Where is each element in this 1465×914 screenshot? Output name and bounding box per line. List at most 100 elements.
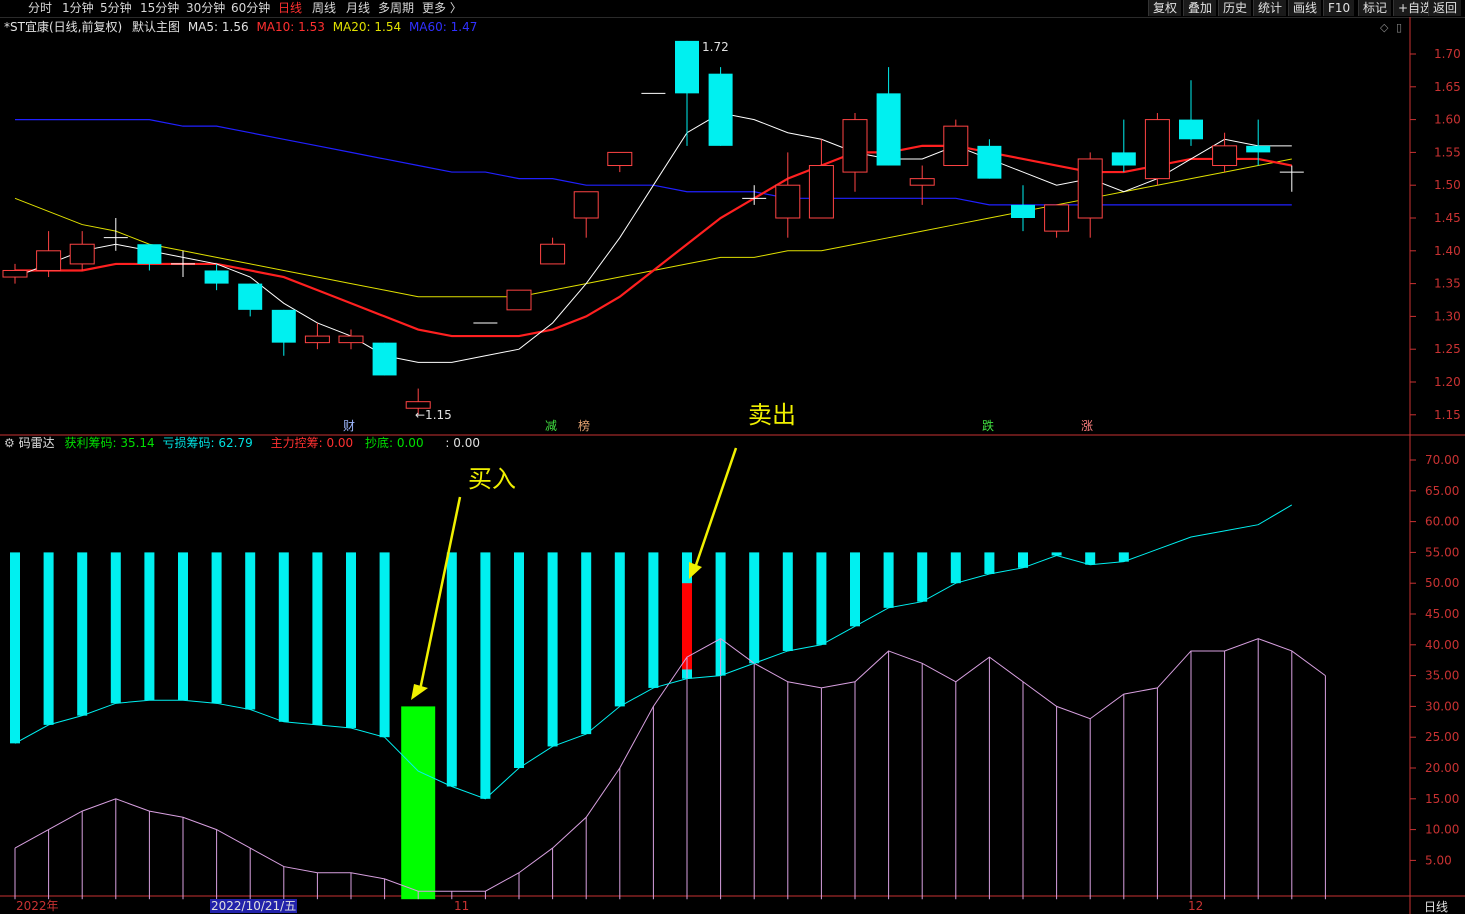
ma5-line [14, 112, 1292, 363]
profit-chip-bar [446, 552, 457, 787]
profit-chip-bar [514, 552, 524, 768]
profit-chip-bar [950, 552, 961, 584]
candle-body-up [36, 250, 62, 271]
profit-chip-bar [312, 552, 323, 725]
sell-annotation: 卖出 [748, 401, 796, 429]
profit-chip-bar [1085, 552, 1096, 565]
candle-body-up [2, 269, 28, 278]
candle-body-down [977, 145, 1002, 179]
date-dec: 12 [1188, 899, 1204, 913]
profit-chip-bar [850, 552, 860, 627]
candle-body-down [876, 93, 901, 166]
marker-fall[interactable]: 跌 [982, 418, 994, 433]
candle-body-up [909, 178, 935, 186]
layout-icon[interactable]: ▯ [1396, 21, 1402, 34]
date-cursor: 2022/10/21/五 [210, 899, 298, 913]
profit-chip-bar [614, 552, 625, 707]
profit-chip-bar [984, 552, 995, 574]
candle-body-down [708, 73, 733, 146]
profit-chip-bar [178, 552, 188, 701]
candle-body-up [842, 119, 868, 173]
candle-body-down [137, 244, 162, 264]
candle-body-up [69, 243, 95, 265]
chart-canvas[interactable]: 1.15 1.20 1.25 1.30 1.35 1.40 1.45 1.50 1.55 1.60… [0, 0, 1465, 914]
sell-arrow [693, 447, 738, 569]
candle-body-down [1011, 204, 1035, 218]
percent-tick-label: 20.00 [1425, 761, 1459, 775]
candle-body-up [1144, 119, 1170, 180]
percent-tick-label: 30.00 [1425, 699, 1459, 713]
percent-tick-label: 5.00 [1425, 853, 1452, 867]
price-tick-label: 1.25 [1434, 342, 1461, 356]
marker-rise[interactable]: 涨 [1081, 418, 1093, 433]
profit-chip-bar [749, 552, 760, 664]
price-tick-label: 1.65 [1434, 80, 1461, 94]
candle-body-up [1212, 145, 1238, 167]
low-price-mark: ←1.15 [415, 408, 452, 422]
high-price-mark: 1.72 [702, 40, 729, 54]
percent-tick-label: 15.00 [1425, 792, 1459, 806]
profit-chip-bar [379, 552, 390, 738]
candle-body-up [1077, 158, 1103, 219]
candle-body-up [506, 289, 532, 311]
candle-body-up [1044, 204, 1070, 232]
marker-reduce[interactable]: 减 [545, 419, 557, 433]
profit-chip-bar [581, 552, 592, 735]
percent-tick-label: 65.00 [1425, 484, 1459, 498]
price-tick-label: 1.60 [1434, 113, 1461, 127]
candle-body-up [808, 165, 834, 219]
profit-chip-bar [245, 552, 256, 710]
candle-body-up [775, 184, 801, 219]
percent-axis: 5.00 10.00 15.00 20.00 25.00 30.00 35.00 40.00 4… [1410, 453, 1459, 867]
candle-body-down [238, 283, 263, 310]
percent-tick-label: 10.00 [1425, 823, 1459, 837]
candle-body-down [1179, 119, 1203, 140]
buy-annotation: 买入 [468, 465, 516, 493]
percent-tick-label: 50.00 [1425, 576, 1459, 590]
chip-bars [10, 552, 1129, 900]
diamond-icon[interactable]: ◇ [1380, 21, 1389, 34]
price-tick-label: 1.35 [1434, 277, 1461, 291]
moving-averages [14, 112, 1293, 363]
profit-chip-bar [816, 552, 827, 645]
candle-body-down [1111, 152, 1136, 166]
candle-body-up [943, 125, 969, 167]
chip-lines [14, 504, 1326, 900]
candle-body-down [271, 309, 296, 343]
price-tick-label: 1.30 [1434, 309, 1461, 323]
candle-body-down [1246, 145, 1271, 153]
price-tick-label: 1.70 [1434, 47, 1461, 61]
candle-body-down [204, 270, 229, 284]
profit-chip-bar [346, 552, 356, 728]
profit-chip-bar [77, 552, 88, 716]
profit-chip-bar [917, 552, 928, 602]
percent-tick-label: 70.00 [1425, 453, 1459, 467]
candle-body-down [675, 40, 699, 94]
profit-chip-bar [547, 552, 558, 747]
percent-tick-label: 60.00 [1425, 515, 1459, 529]
percent-tick-label: 35.00 [1425, 669, 1459, 683]
profit-chip-bar [883, 552, 894, 608]
price-tick-label: 1.20 [1434, 375, 1461, 389]
candle-body-up [573, 191, 599, 219]
profit-chip-bar [1018, 552, 1028, 568]
profit-chip-bar [144, 552, 155, 701]
period-indicator[interactable]: 日线 [1424, 900, 1448, 914]
sell-arrowhead [689, 562, 702, 579]
sell-signal-bar [682, 583, 692, 670]
marker-list[interactable]: 榜 [578, 418, 590, 433]
candle-body-up [338, 335, 364, 344]
percent-tick-label: 40.00 [1425, 638, 1459, 652]
marker-finance[interactable]: 财 [343, 419, 355, 433]
candles [2, 40, 1304, 415]
buy-arrowhead [411, 684, 428, 700]
candle-body-up [304, 335, 330, 344]
price-tick-label: 1.15 [1434, 408, 1461, 422]
price-tick-label: 1.40 [1434, 244, 1461, 258]
profit-chip-bar [480, 552, 491, 799]
candle-body-up [540, 243, 566, 265]
profit-chip-bar [278, 552, 289, 722]
percent-tick-label: 45.00 [1425, 607, 1459, 621]
loss-chip-curve [14, 638, 1326, 892]
price-tick-label: 1.45 [1434, 211, 1461, 225]
